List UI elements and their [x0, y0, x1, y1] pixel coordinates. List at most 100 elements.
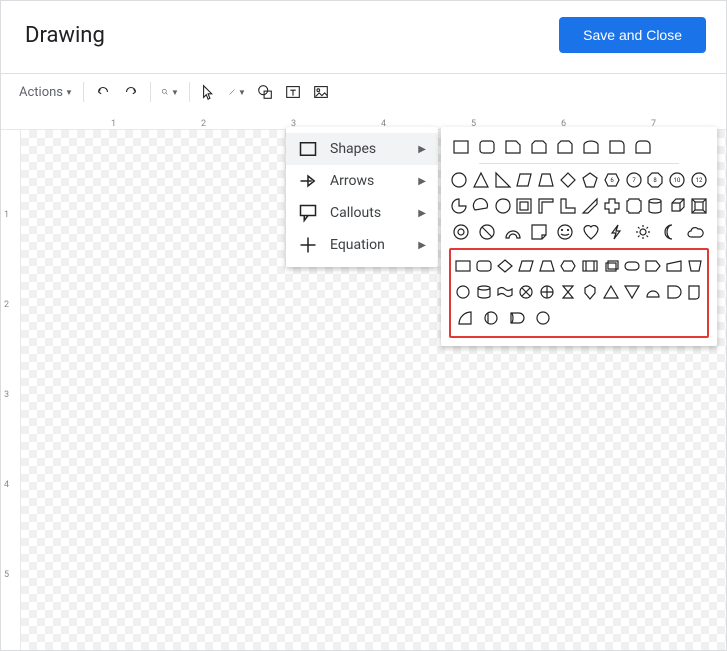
shape-fc-pluscircle[interactable] — [538, 280, 557, 304]
caret-down-icon: ▼ — [65, 88, 73, 97]
shape-cloud[interactable] — [683, 220, 707, 244]
chevron-right-icon: ▶ — [418, 144, 426, 155]
shape-heart[interactable] — [579, 220, 603, 244]
shape-fc-circle[interactable] — [453, 280, 472, 304]
separator — [83, 82, 84, 102]
actions-menu-button[interactable]: Actions▼ — [15, 79, 77, 105]
shape-octagon[interactable]: 8 — [645, 168, 665, 192]
shape-fc-stripe[interactable] — [580, 254, 599, 278]
menu-item-equation[interactable]: Equation ▶ — [286, 229, 438, 261]
shape-row — [453, 306, 705, 330]
shape-fc-manualinput[interactable] — [665, 254, 684, 278]
shape-fc-hexagon[interactable] — [559, 254, 578, 278]
shape-fc-wave[interactable] — [495, 280, 514, 304]
shape-fc-stack[interactable] — [601, 254, 620, 278]
shape-round2[interactable] — [631, 135, 655, 159]
shape-row — [449, 194, 709, 218]
shape-fc-roundrect[interactable] — [474, 254, 493, 278]
shape-chord[interactable] — [471, 194, 491, 218]
textbox-tool-button[interactable] — [280, 79, 306, 105]
shape-fc-parallelogram[interactable] — [517, 254, 536, 278]
zoom-button[interactable]: ▼ — [157, 79, 183, 105]
shape-fc-shield[interactable] — [580, 280, 599, 304]
shape-sun[interactable] — [631, 220, 655, 244]
redo-button[interactable] — [118, 79, 144, 105]
undo-button[interactable] — [90, 79, 116, 105]
shape-circle[interactable] — [449, 168, 469, 192]
shape-blockarc[interactable] — [501, 220, 525, 244]
shape-fc-drum[interactable] — [474, 280, 493, 304]
shape-fc-rect[interactable] — [453, 254, 472, 278]
shape-fc-dshape[interactable] — [665, 280, 684, 304]
shape-snip2[interactable] — [527, 135, 551, 159]
shape-diamond[interactable] — [558, 168, 578, 192]
shape-halfframe[interactable] — [536, 194, 556, 218]
shape-fc-dshape2[interactable] — [505, 306, 529, 330]
shape-trapezoid[interactable] — [536, 168, 556, 192]
shape-roundtop[interactable] — [579, 135, 603, 159]
line-tool-button[interactable]: ▼ — [224, 79, 250, 105]
shape-fc-dcircle2[interactable] — [479, 306, 503, 330]
shape-lshape[interactable] — [558, 194, 578, 218]
shape-fc-bucket[interactable] — [686, 254, 705, 278]
shape-cross[interactable] — [602, 194, 622, 218]
plus-icon — [298, 235, 318, 255]
shape-pie[interactable] — [449, 194, 469, 218]
shape-hexagon[interactable]: 6 — [602, 168, 622, 192]
dialog-title: Drawing — [25, 23, 105, 48]
shape-smiley[interactable] — [553, 220, 577, 244]
shape-pentagon[interactable] — [580, 168, 600, 192]
shape-fc-trapezoid[interactable] — [538, 254, 557, 278]
shape-teardrop[interactable] — [493, 194, 513, 218]
shape-lightning[interactable] — [605, 220, 629, 244]
shape-diagstripe[interactable] — [580, 194, 600, 218]
arrow-icon — [298, 171, 318, 191]
shape-can[interactable] — [645, 194, 665, 218]
shape-fc-circle2[interactable] — [531, 306, 555, 330]
shape-frame[interactable] — [514, 194, 534, 218]
menu-item-callouts[interactable]: Callouts ▶ — [286, 197, 438, 229]
shape-bevel[interactable] — [689, 194, 709, 218]
shape-parallelogram[interactable] — [514, 168, 534, 192]
shape-fc-triangledown[interactable] — [622, 280, 641, 304]
caret-down-icon: ▼ — [171, 88, 179, 97]
shape-fc-xcircle[interactable] — [517, 280, 536, 304]
shape-dodecagon[interactable]: 12 — [689, 168, 709, 192]
image-tool-button[interactable] — [308, 79, 334, 105]
shape-rtriangle[interactable] — [493, 168, 513, 192]
shape-cube[interactable] — [667, 194, 687, 218]
menu-item-arrows[interactable]: Arrows ▶ — [286, 165, 438, 197]
shape-noentry[interactable] — [475, 220, 499, 244]
shape-snip3[interactable] — [553, 135, 577, 159]
menu-item-shapes[interactable]: Shapes ▶ — [286, 133, 438, 165]
shape-fc-qshape[interactable] — [686, 280, 705, 304]
shape-fc-hourglass[interactable] — [559, 280, 578, 304]
shape-fc-pill[interactable] — [622, 254, 641, 278]
shape-heptagon[interactable]: 7 — [624, 168, 644, 192]
shape-fc-triangle[interactable] — [601, 280, 620, 304]
shape-fc-diamond[interactable] — [495, 254, 514, 278]
shape-moon[interactable] — [657, 220, 681, 244]
shape-rect[interactable] — [449, 135, 473, 159]
shape-foldedcorner[interactable] — [527, 220, 551, 244]
shape-round1[interactable] — [605, 135, 629, 159]
save-and-close-button[interactable]: Save and Close — [559, 17, 706, 53]
separator — [189, 82, 190, 102]
shape-row — [449, 135, 709, 159]
shape-fc-pentagon[interactable] — [644, 254, 663, 278]
shape-decagon[interactable]: 10 — [667, 168, 687, 192]
shape-plaque[interactable] — [624, 194, 644, 218]
shape-fc-qcircle[interactable] — [453, 306, 477, 330]
select-tool-button[interactable] — [196, 79, 222, 105]
shape-snip1[interactable] — [501, 135, 525, 159]
shape-donut[interactable] — [449, 220, 473, 244]
svg-text:12: 12 — [696, 177, 703, 184]
shape-triangle[interactable] — [471, 168, 491, 192]
shape-row: 6 7810 12 — [449, 168, 709, 192]
shape-roundrect[interactable] — [475, 135, 499, 159]
shape-tool-button[interactable] — [252, 79, 278, 105]
toolbar: Actions▼ ▼ ▼ — [1, 74, 726, 110]
shape-fc-halfcircle[interactable] — [644, 280, 663, 304]
svg-text:6: 6 — [610, 177, 614, 184]
caret-down-icon: ▼ — [238, 88, 246, 97]
